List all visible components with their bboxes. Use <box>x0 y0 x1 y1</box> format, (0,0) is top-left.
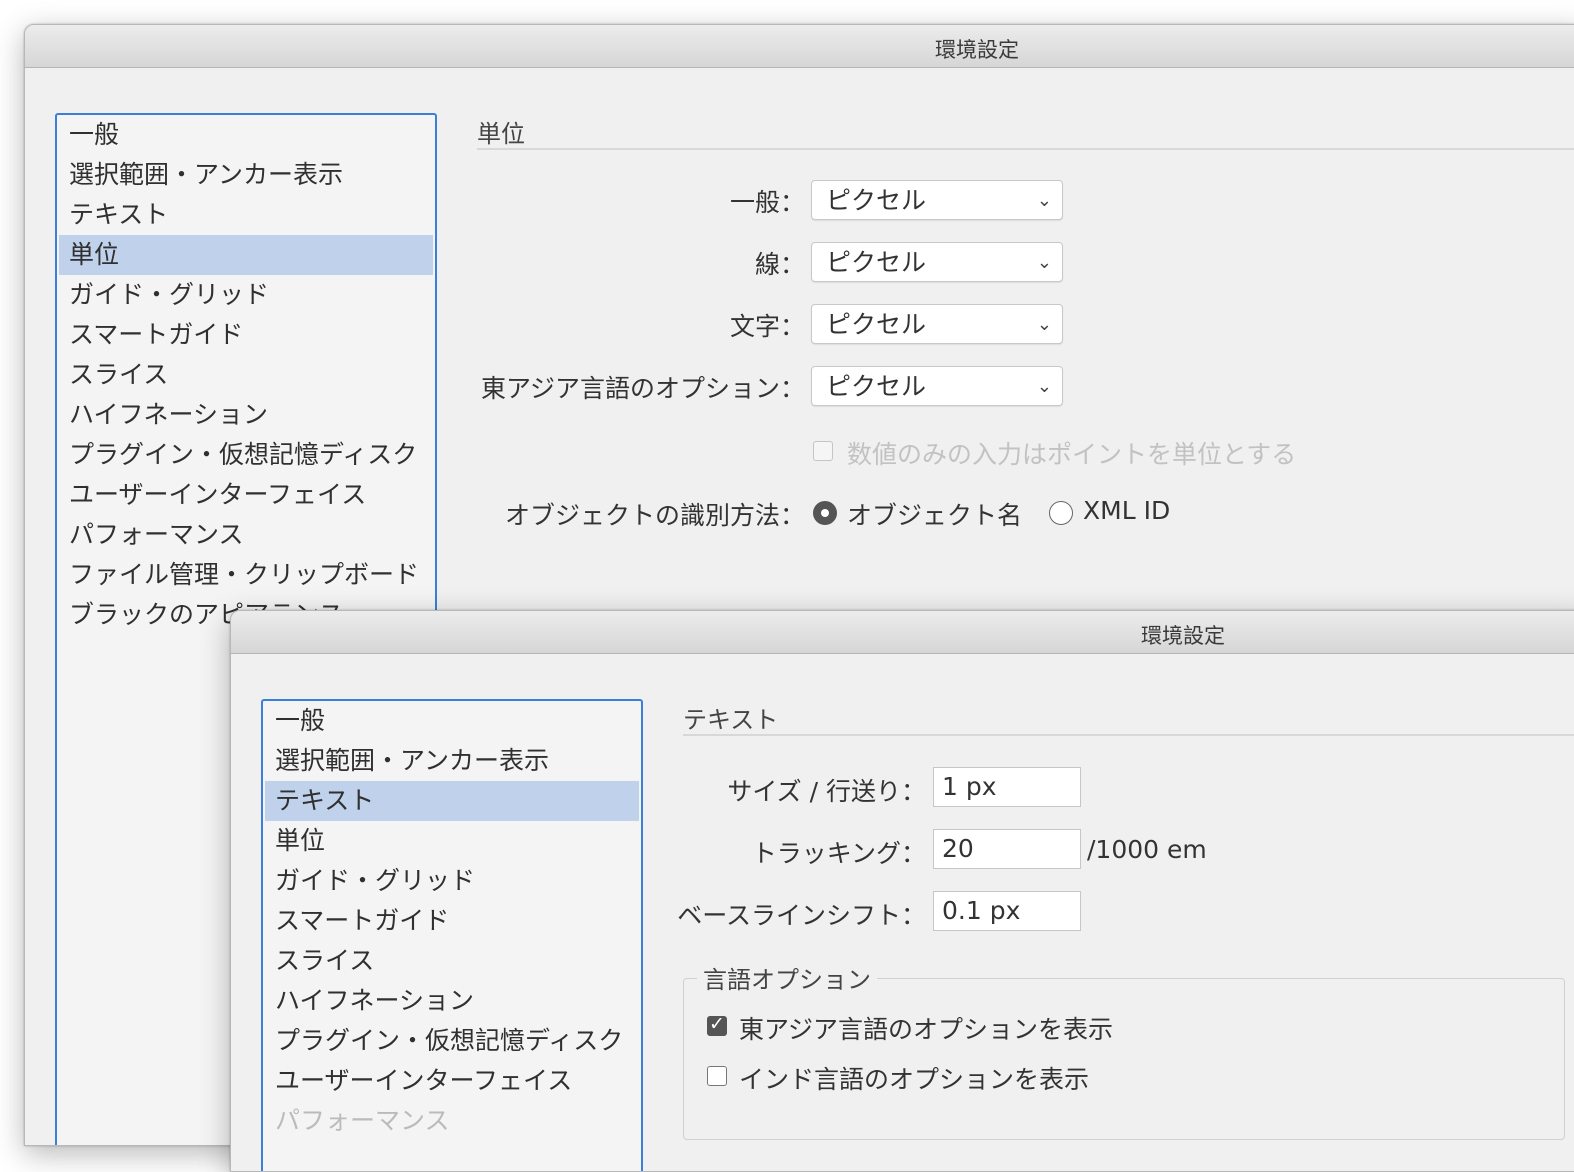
window-title: 環境設定 <box>1141 624 1225 648</box>
units-east-asian-label: 東アジア言語のオプション： <box>480 374 805 403</box>
category-item-performance[interactable]: パフォーマンス <box>265 1101 639 1141</box>
tracking-unit-label: /1000 em <box>1087 835 1207 864</box>
units-general-select[interactable]: ピクセル ⌄ <box>811 180 1063 220</box>
category-list[interactable]: 一般 選択範囲・アンカー表示 テキスト 単位 ガイド・グリッド スマートガイド … <box>261 699 643 1171</box>
category-item-user-interface[interactable]: ユーザーインターフェイス <box>59 475 433 515</box>
category-item-plugins-scratch[interactable]: プラグイン・仮想記憶ディスク <box>265 1021 639 1061</box>
baseline-shift-field[interactable]: 0.1 px <box>933 891 1081 931</box>
select-value: ピクセル <box>826 372 927 401</box>
titlebar[interactable]: 環境設定 <box>231 611 1574 654</box>
chevron-down-icon: ⌄ <box>1036 314 1052 335</box>
section-divider <box>477 148 1574 150</box>
east-asian-options-label[interactable]: 東アジア言語のオプションを表示 <box>739 1010 1113 1046</box>
category-item-hyphenation[interactable]: ハイフネーション <box>265 981 639 1021</box>
units-east-asian-select[interactable]: ピクセル ⌄ <box>811 366 1063 406</box>
units-type-label: 文字： <box>729 312 805 341</box>
category-item-selection-anchor[interactable]: 選択範囲・アンカー表示 <box>59 155 433 195</box>
language-options-group <box>683 978 1565 1140</box>
object-name-radio[interactable] <box>813 501 837 525</box>
units-stroke-label: 線： <box>754 250 805 279</box>
xml-id-radio-label[interactable]: XML ID <box>1083 496 1170 525</box>
tracking-label: トラッキング： <box>751 839 926 868</box>
category-item-general[interactable]: 一般 <box>265 701 639 741</box>
category-item-performance[interactable]: パフォーマンス <box>59 515 433 555</box>
category-item-units[interactable]: 単位 <box>59 235 433 275</box>
section-title: テキスト <box>683 706 779 734</box>
category-item-guides-grid[interactable]: ガイド・グリッド <box>59 275 433 315</box>
titlebar[interactable]: 環境設定 <box>25 25 1574 68</box>
category-item-smart-guides[interactable]: スマートガイド <box>265 901 639 941</box>
units-stroke-select[interactable]: ピクセル ⌄ <box>811 242 1063 282</box>
tracking-field[interactable]: 20 <box>933 829 1081 869</box>
category-item-units[interactable]: 単位 <box>265 821 639 861</box>
size-leading-field[interactable]: 1 px <box>933 767 1081 807</box>
indic-options-checkbox[interactable] <box>707 1066 727 1086</box>
numeric-points-label: 数値のみの入力はポイントを単位とする <box>847 440 1297 469</box>
chevron-down-icon: ⌄ <box>1036 252 1052 273</box>
window-content: 一般 選択範囲・アンカー表示 テキスト 単位 ガイド・グリッド スマートガイド … <box>231 654 1574 1171</box>
category-item-user-interface[interactable]: ユーザーインターフェイス <box>265 1061 639 1101</box>
select-value: ピクセル <box>826 248 927 277</box>
chevron-down-icon: ⌄ <box>1036 190 1052 211</box>
category-item-general[interactable]: 一般 <box>59 115 433 155</box>
east-asian-options-checkbox[interactable] <box>707 1013 727 1036</box>
select-value: ピクセル <box>826 310 927 339</box>
category-item-text[interactable]: テキスト <box>59 195 433 235</box>
chevron-down-icon: ⌄ <box>1036 376 1052 397</box>
window-title: 環境設定 <box>935 38 1019 62</box>
object-name-radio-label[interactable]: オブジェクト名 <box>847 496 1022 532</box>
section-title: 単位 <box>477 120 525 148</box>
object-id-label: オブジェクトの識別方法： <box>504 501 805 530</box>
category-item-slices[interactable]: スライス <box>265 941 639 981</box>
units-general-label: 一般： <box>729 188 805 217</box>
category-item-slices[interactable]: スライス <box>59 355 433 395</box>
select-value: ピクセル <box>826 186 927 215</box>
category-item-plugins-scratch[interactable]: プラグイン・仮想記憶ディスク <box>59 435 433 475</box>
category-item-guides-grid[interactable]: ガイド・グリッド <box>265 861 639 901</box>
language-options-title: 言語オプション <box>697 960 877 995</box>
baseline-shift-label: ベースラインシフト： <box>677 901 926 930</box>
category-item-text[interactable]: テキスト <box>265 781 639 821</box>
category-item-smart-guides[interactable]: スマートガイド <box>59 315 433 355</box>
section-divider <box>683 734 1574 736</box>
indic-options-label[interactable]: インド言語のオプションを表示 <box>739 1060 1089 1096</box>
units-type-select[interactable]: ピクセル ⌄ <box>811 304 1063 344</box>
size-leading-label: サイズ / 行送り： <box>727 777 926 806</box>
category-item-selection-anchor[interactable]: 選択範囲・アンカー表示 <box>265 741 639 781</box>
category-item-file-handling[interactable]: ファイル管理・クリップボード <box>59 555 433 595</box>
xml-id-radio[interactable] <box>1049 501 1073 525</box>
numeric-points-checkbox[interactable] <box>813 441 833 461</box>
preferences-window-text: 環境設定 一般 選択範囲・アンカー表示 テキスト 単位 ガイド・グリッド スマー… <box>230 610 1574 1172</box>
category-item-hyphenation[interactable]: ハイフネーション <box>59 395 433 435</box>
